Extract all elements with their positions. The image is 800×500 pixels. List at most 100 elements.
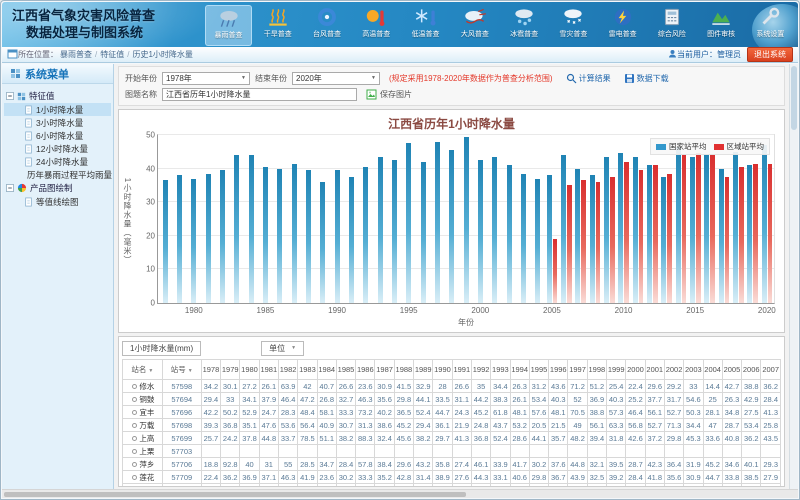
breadcrumb-item[interactable]: 暴雨普查 xyxy=(60,50,92,59)
collapse-icon[interactable] xyxy=(6,92,14,100)
horizontal-scrollbar[interactable] xyxy=(2,489,798,498)
bar-national-2000 xyxy=(478,160,483,303)
tree-item[interactable]: 3小时降水量 xyxy=(4,116,111,129)
tree-group-0[interactable]: 特征值 xyxy=(4,89,111,103)
radio-icon[interactable] xyxy=(132,462,137,467)
chart-title-input[interactable] xyxy=(162,88,357,101)
value-cell: 28.1 xyxy=(703,406,722,419)
station-name-cell[interactable]: 莲花 xyxy=(123,471,163,484)
tree-item[interactable]: 6小时降水量 xyxy=(4,129,111,142)
value-cell: 29.7 xyxy=(433,432,452,445)
save-image-link[interactable]: 保存图片 xyxy=(366,89,412,100)
radio-icon[interactable] xyxy=(132,384,137,389)
bar-regional-2010 xyxy=(624,162,629,303)
value-cell: 26.8 xyxy=(317,393,336,406)
value-cell: 25.7 xyxy=(201,432,220,445)
x-tick-label: 2005 xyxy=(543,306,561,315)
toolbar-item-typhoon[interactable]: 台风普查 xyxy=(304,5,351,46)
toolbar-item-review[interactable]: 图件审核 xyxy=(698,5,745,46)
radio-icon[interactable] xyxy=(132,449,137,454)
bar-national-2014 xyxy=(676,147,681,303)
station-name-column-header[interactable]: 站名▼ xyxy=(123,360,163,380)
breadcrumb-item[interactable]: 特征值 xyxy=(100,50,124,59)
end-year-select[interactable]: 2020年▼ xyxy=(292,72,380,85)
low-temp-icon xyxy=(413,7,439,27)
radio-icon[interactable] xyxy=(132,436,137,441)
toolbar-item-settings[interactable]: 系统设置 xyxy=(747,5,794,46)
toolbar-item-drought[interactable]: 干旱普查 xyxy=(254,5,301,46)
station-name-cell[interactable]: 宜丰 xyxy=(123,406,163,419)
tree-group-1[interactable]: 产品图绘制 xyxy=(4,181,111,195)
station-id-cell: 57698 xyxy=(162,419,201,432)
start-year-select[interactable]: 1978年▼ xyxy=(162,72,250,85)
value-cell: 28.6 xyxy=(510,432,529,445)
legend-swatch xyxy=(714,144,724,150)
calc-result-link[interactable]: 计算结果 xyxy=(566,73,611,84)
station-name-cell[interactable]: 宜春 xyxy=(123,484,163,488)
toolbar-item-lightning[interactable]: 雷电普查 xyxy=(599,5,646,46)
radio-icon[interactable] xyxy=(132,410,137,415)
collapse-icon[interactable] xyxy=(6,184,14,192)
value-cell xyxy=(568,445,587,458)
breadcrumb-item[interactable]: 历史1小时降水量 xyxy=(132,50,192,59)
value-cell: 42.7 xyxy=(645,484,664,488)
table-row: 上栗57703 xyxy=(123,445,781,458)
year-column-header: 1979 xyxy=(221,360,240,380)
chart-title-label: 图题名称 xyxy=(125,89,157,100)
toolbar-item-hail[interactable]: 冰雹普查 xyxy=(501,5,548,46)
value-cell: 33.3 xyxy=(356,471,375,484)
value-cell: 45.6 xyxy=(394,432,413,445)
value-cell xyxy=(664,445,683,458)
bar-national-2015 xyxy=(690,157,695,303)
tree-item[interactable]: 等值线绘图 xyxy=(4,195,111,208)
radio-icon[interactable] xyxy=(132,397,137,402)
station-name-cell[interactable]: 上栗 xyxy=(123,445,163,458)
vertical-scrollbar[interactable] xyxy=(789,64,798,489)
vertical-scrollbar-thumb[interactable] xyxy=(791,66,797,130)
radio-icon[interactable] xyxy=(132,423,137,428)
logout-button[interactable]: 退出系统 xyxy=(747,47,793,62)
toolbar-item-snow[interactable]: 雪灾普查 xyxy=(550,5,597,46)
value-cell: 30.7 xyxy=(336,419,355,432)
value-cell: 35.6 xyxy=(664,471,683,484)
user-icon xyxy=(668,49,677,60)
value-cell: 46.3 xyxy=(356,393,375,406)
tree-item[interactable]: 12小时降水量 xyxy=(4,142,111,155)
station-name-cell[interactable]: 万载 xyxy=(123,419,163,432)
value-cell: 44.2 xyxy=(471,393,490,406)
toolbar-item-gale[interactable]: 大风普查 xyxy=(451,5,498,46)
value-cell: 29.6 xyxy=(394,458,413,471)
toolbar-item-risk[interactable]: 综合风险 xyxy=(648,5,695,46)
station-name-cell[interactable]: 铜鼓 xyxy=(123,393,163,406)
value-cell: 45.2 xyxy=(471,406,490,419)
x-tick-label: 1995 xyxy=(400,306,418,315)
value-cell xyxy=(375,445,394,458)
bar-regional-2011 xyxy=(639,170,644,303)
data-download-link[interactable]: 数据下载 xyxy=(624,73,669,84)
toolbar-item-high-temp[interactable]: 高温普查 xyxy=(353,5,400,46)
tree-item[interactable]: 24小时降水量 xyxy=(4,155,111,168)
body-row: 系统菜单 特征值1小时降水量3小时降水量6小时降水量12小时降水量24小时降水量… xyxy=(2,64,798,489)
value-cell: 25.4 xyxy=(607,380,626,393)
unit-dropdown[interactable]: 单位 ▼ xyxy=(261,341,304,356)
value-cell: 61.8 xyxy=(491,406,510,419)
value-cell: 35.6 xyxy=(375,393,394,406)
station-id-column-header[interactable]: 站号▼ xyxy=(162,360,201,380)
value-cell: 26.6 xyxy=(336,380,355,393)
current-user-label: 当前用户：管理员 xyxy=(677,49,741,60)
toolbar-item-low-temp[interactable]: 低温普查 xyxy=(402,5,449,46)
search-icon xyxy=(566,73,577,84)
station-name-cell[interactable]: 上高 xyxy=(123,432,163,445)
value-cell: 37.7 xyxy=(645,393,664,406)
tree-item[interactable]: 1小时降水量 xyxy=(4,103,111,116)
station-name-cell[interactable]: 萍乡 xyxy=(123,458,163,471)
horizontal-scrollbar-thumb[interactable] xyxy=(4,492,466,497)
bar-national-1990 xyxy=(335,170,340,303)
radio-icon[interactable] xyxy=(132,475,137,480)
value-cell xyxy=(626,445,645,458)
station-name-cell[interactable]: 修水 xyxy=(123,380,163,393)
value-cell: 40.1 xyxy=(742,458,761,471)
tree-item[interactable]: 历年暴雨过程平均雨量 xyxy=(4,168,111,181)
toolbar-item-rainstorm[interactable]: 暴雨普查 xyxy=(205,5,252,46)
value-cell: 25 xyxy=(703,393,722,406)
